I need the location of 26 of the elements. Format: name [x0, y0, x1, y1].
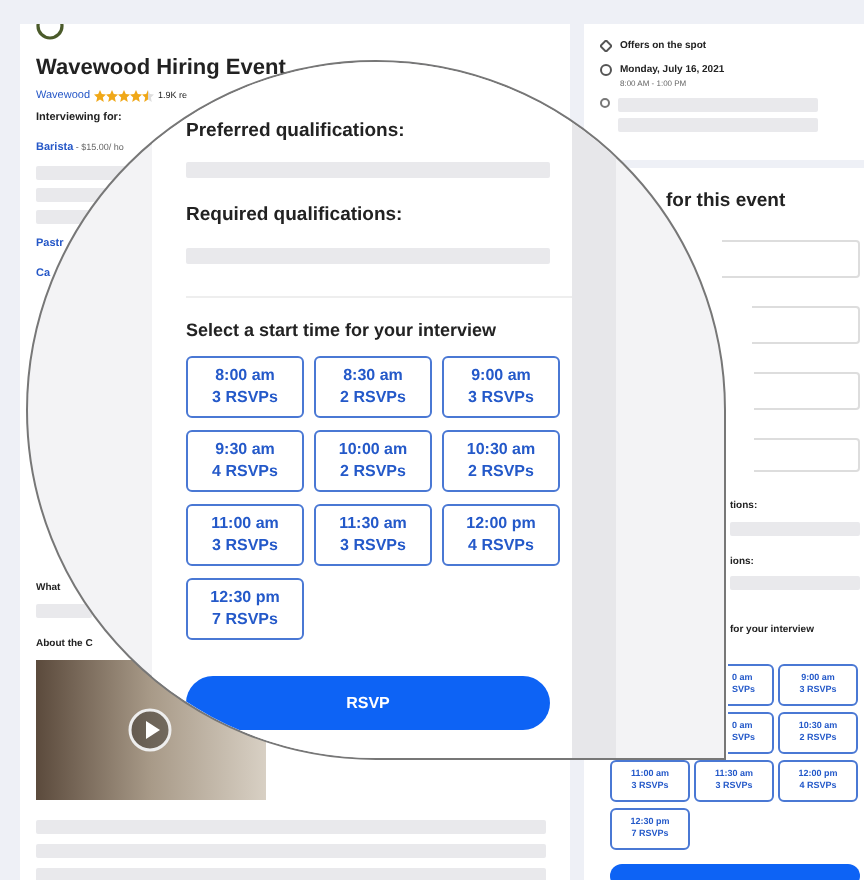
time-slot-button[interactable]: 8:30 am 2 RSVPs	[314, 356, 432, 418]
input-field[interactable]	[754, 438, 860, 473]
section-title: Select a start time for your interview	[186, 317, 499, 344]
time-slot-button[interactable]: 10:00 am 2 RSVPs	[314, 430, 432, 492]
time-slot-button[interactable]: 9:00 am 3 RSVPs	[442, 356, 560, 418]
time-slot-button[interactable]: 11:30 am 3 RSVPs	[314, 504, 432, 566]
pin-icon	[600, 98, 610, 110]
time-slot-button[interactable]: 12:30 pm 7 RSVPs	[186, 578, 304, 640]
input-field[interactable]	[754, 372, 860, 411]
time-slot-button[interactable]: 9:30 am 4 RSVPs	[186, 430, 304, 492]
qualification-label: Required qualifications:	[186, 202, 405, 231]
rsvp-button[interactable]	[610, 863, 860, 880]
qualification-label: Preferred qualifications:	[186, 118, 407, 146]
event-title: Wavewood Hiring Event	[36, 54, 288, 84]
time-slot-button[interactable]: 8:00 am 3 RSVPs	[186, 356, 304, 418]
time-slot-button[interactable]: 10:30 am 2 RSVPs	[442, 430, 560, 492]
input-field[interactable]	[752, 306, 860, 345]
form-title: for this event	[666, 188, 788, 216]
time-slot-button[interactable]: 11:00 am 3 RSVPs	[186, 504, 304, 566]
time-slot-button[interactable]: 12:00 pm 4 RSVPs	[442, 504, 560, 566]
placeholder-bar	[36, 604, 92, 619]
input-field[interactable]	[722, 240, 860, 279]
clock-icon	[600, 63, 612, 75]
diamond-icon	[600, 40, 612, 52]
rsvp-button[interactable]: RSVP	[186, 676, 550, 730]
play-icon	[128, 708, 172, 753]
